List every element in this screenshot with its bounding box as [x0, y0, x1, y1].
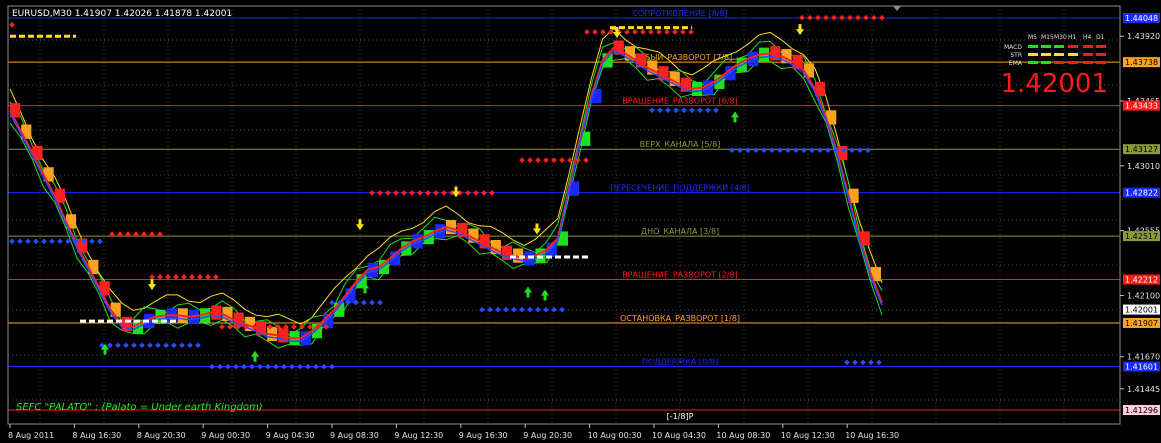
- time-tick-label: 8 Aug 16:30: [72, 431, 121, 440]
- footer-text: SEFC "PALATO" : (Palato = Under earth Ki…: [16, 402, 263, 413]
- indicator-state: [1054, 45, 1064, 48]
- timeframe-label: M5: [1028, 34, 1037, 41]
- chart-canvas[interactable]: СОПРОТИВЛЕНИЕ [8/8]СЛАБЫЙ_РАЗВОРОТ [7/8]…: [0, 0, 1161, 443]
- level-label: ПЕРЕСЕЧЕНИЕ_ПОДДЕРЖКИ [4/8]: [610, 184, 750, 193]
- time-tick-label: 8 Aug 2011: [8, 431, 54, 440]
- indicator-state: [1041, 53, 1051, 56]
- level-label: ОСТАНОВКА_РАЗВОРОТ [1/8]: [620, 314, 740, 323]
- level-label: ВЕРХ_КАНАЛА [5/8]: [640, 140, 721, 149]
- price-tag-label: 1.41601: [1125, 363, 1158, 372]
- level-label: ВРАЩЕНИЕ_РАЗВОРОТ [6/8]: [622, 97, 738, 106]
- price-tag-label: 1.41907: [1125, 319, 1158, 328]
- indicator-state: [1054, 61, 1064, 64]
- indicator-state: [1028, 53, 1038, 56]
- price-tick-label: 1.41670: [1127, 353, 1160, 362]
- timeframe-label: M30: [1054, 34, 1067, 41]
- bottom-level-label: [-1/8]P: [667, 412, 694, 421]
- time-tick-label: 10 Aug 00:30: [588, 431, 642, 440]
- indicator-state: [1083, 61, 1093, 64]
- price-tick-label: 1.43920: [1127, 32, 1160, 41]
- price-tick-label: 1.42100: [1127, 291, 1160, 300]
- time-tick-label: 8 Aug 20:30: [137, 431, 186, 440]
- level-label: ДНО_КАНАЛА [3/8]: [641, 227, 719, 236]
- indicator-state: [1068, 53, 1078, 56]
- indicator-state: [1083, 45, 1093, 48]
- level-label: ВРАЩЕНИЕ_РАЗВОРОТ [2/8]: [622, 271, 738, 280]
- indicator-name: EMA: [1009, 60, 1023, 67]
- indicator-name: MACD: [1004, 44, 1022, 51]
- time-tick-label: 10 Aug 12:30: [781, 431, 835, 440]
- indicator-state: [1041, 61, 1051, 64]
- price-tag-label: 1.42517: [1125, 232, 1158, 241]
- time-tick-label: 10 Aug 04:30: [652, 431, 706, 440]
- chart-background: [0, 0, 1161, 443]
- price-tag-label: 1.42001: [1125, 306, 1158, 315]
- big-price: 1.42001: [1000, 69, 1108, 99]
- indicator-name: STR: [1010, 52, 1022, 59]
- indicator-state: [1041, 45, 1051, 48]
- indicator-state: [1068, 45, 1078, 48]
- time-tick-label: 9 Aug 00:30: [201, 431, 250, 440]
- timeframe-label: M15: [1041, 34, 1054, 41]
- time-tick-label: 9 Aug 04:30: [266, 431, 315, 440]
- time-tick-label: 9 Aug 16:30: [459, 431, 508, 440]
- price-tick-label: 1.43010: [1127, 162, 1160, 171]
- time-tick-label: 9 Aug 20:30: [523, 431, 572, 440]
- indicator-state: [1028, 61, 1038, 64]
- price-tick-label: 1.41445: [1127, 385, 1160, 394]
- timeframe-label: H4: [1083, 34, 1092, 41]
- indicator-state: [1068, 61, 1078, 64]
- price-tag-label: 1.42212: [1125, 276, 1158, 285]
- indicator-state: [1083, 53, 1093, 56]
- level-label: СОПРОТИВЛЕНИЕ [8/8]: [632, 9, 727, 18]
- time-tick-label: 9 Aug 12:30: [394, 431, 443, 440]
- indicator-state: [1096, 53, 1106, 56]
- level-label: ПОДДЕРЖКА [0/8]: [642, 358, 718, 367]
- timeframe-label: D1: [1096, 34, 1105, 41]
- price-tag-label: 1.43127: [1125, 145, 1158, 154]
- price-tag-label: 1.41296: [1125, 406, 1158, 415]
- time-tick-label: 10 Aug 08:30: [716, 431, 770, 440]
- time-tick-label: 10 Aug 16:30: [845, 431, 899, 440]
- timeframe-label: H1: [1068, 34, 1077, 41]
- indicator-state: [1054, 53, 1064, 56]
- indicator-state: [1096, 45, 1106, 48]
- price-tag-label: 1.43433: [1125, 102, 1158, 111]
- symbol-header: EURUSD,M30 1.41907 1.42026 1.41878 1.420…: [12, 9, 232, 19]
- indicator-state: [1096, 61, 1106, 64]
- price-tag-label: 1.43738: [1125, 58, 1158, 67]
- price-tag-label: 1.44048: [1125, 14, 1158, 23]
- indicator-state: [1028, 45, 1038, 48]
- time-tick-label: 9 Aug 08:30: [330, 431, 379, 440]
- price-tag-label: 1.42822: [1125, 189, 1158, 198]
